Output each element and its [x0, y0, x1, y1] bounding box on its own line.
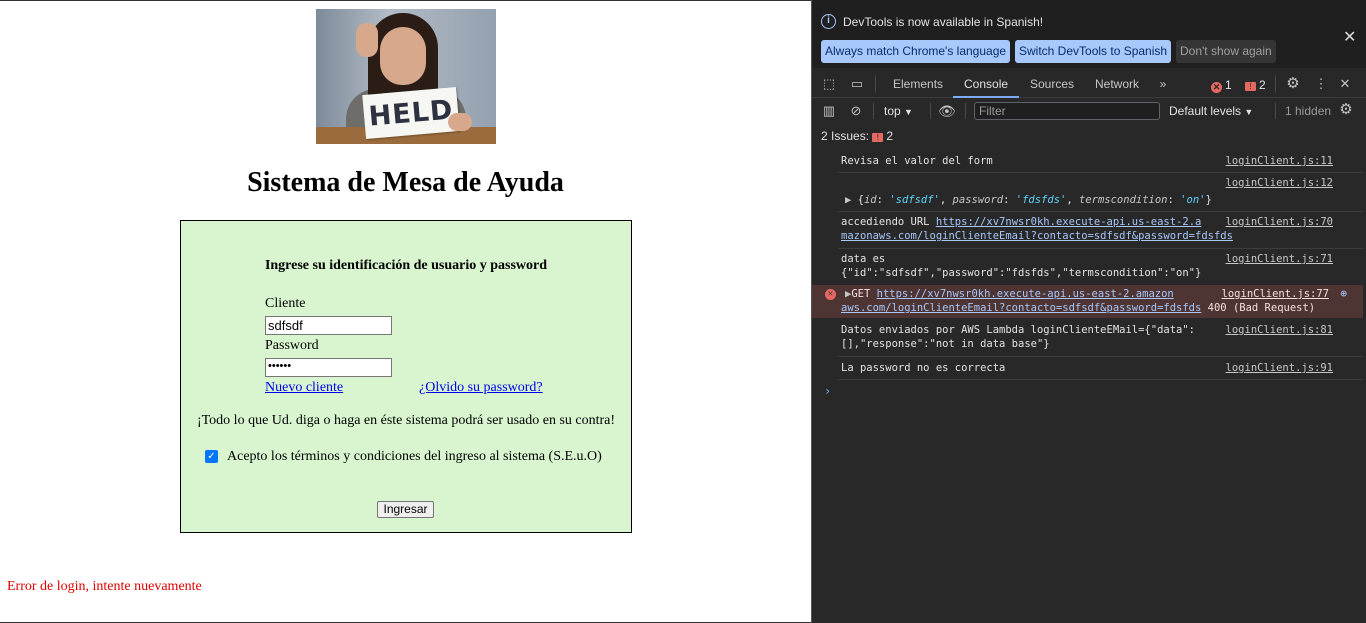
devtools-tabbar: ⬚ ▭ Elements Console Sources Network » ✕… [812, 70, 1366, 98]
console-filter-input[interactable]: Filter [974, 102, 1160, 120]
more-options-icon[interactable]: ⋮ [1313, 76, 1329, 92]
settings-gear-icon[interactable]: ⚙ [1285, 76, 1301, 92]
issues-link[interactable]: 2 Issues: ! 2 [821, 129, 893, 143]
console-row: Revisa el valor del form loginClient.js:… [841, 154, 1333, 168]
web-page: HELD Sistema de Mesa de Ayuda Ingrese su… [0, 0, 811, 623]
hero-image: HELD [316, 9, 496, 144]
infobar-text: DevTools is now available in Spanish! [843, 15, 1044, 29]
cliente-input[interactable]: sdfsdf [265, 316, 392, 335]
error-count-badge[interactable]: ✕ 1 [1211, 78, 1232, 93]
source-link[interactable]: loginClient.js:77 [1222, 287, 1329, 301]
issue-count-badge[interactable]: ! 2 [1245, 78, 1266, 92]
tab-sources[interactable]: Sources [1030, 70, 1074, 98]
source-link[interactable]: loginClient.js:91 [1226, 361, 1333, 375]
info-icon: i [821, 14, 836, 29]
close-devtools-icon[interactable]: ✕ [1337, 76, 1353, 92]
switch-to-spanish-button[interactable]: Switch DevTools to Spanish [1015, 40, 1172, 63]
accept-terms-checkbox[interactable]: ✓ [205, 450, 218, 463]
always-match-language-button[interactable]: Always match Chrome's language [821, 40, 1011, 63]
accept-terms-label: Acepto los términos y condiciones del in… [227, 449, 602, 464]
hero-sign: HELD [362, 86, 460, 140]
close-icon[interactable]: ✕ [1343, 27, 1356, 47]
request-url-link[interactable]: https://xv7nwsr0kh.execute-api.us-east-2… [936, 216, 1202, 228]
login-error-message: Error de login, intente nuevamente [7, 579, 202, 594]
inspect-element-icon[interactable]: ⬚ [821, 76, 837, 92]
source-link[interactable]: loginClient.js:11 [1226, 154, 1333, 168]
dont-show-again-button[interactable]: Don't show again [1176, 40, 1276, 63]
password-input[interactable]: •••••• [265, 358, 392, 377]
console-settings-icon[interactable]: ⚙ [1338, 102, 1354, 118]
clear-console-icon[interactable]: ⊘ [848, 103, 864, 119]
console-prompt[interactable]: › [824, 384, 831, 398]
tab-elements[interactable]: Elements [893, 70, 943, 98]
source-link[interactable]: loginClient.js:70 [1226, 215, 1333, 229]
console-row: Datos enviados por AWS Lambda loginClien… [841, 323, 1333, 350]
more-tabs-icon[interactable]: » [1155, 76, 1171, 92]
console-row: data es {"id":"sdfsdf","password":"fdsfd… [841, 252, 1333, 279]
source-link[interactable]: loginClient.js:71 [1226, 252, 1333, 266]
login-form: Ingrese su identificación de usuario y p… [180, 220, 632, 533]
nuevo-cliente-link[interactable]: Nuevo cliente [265, 380, 343, 396]
forgot-password-link[interactable]: ¿Olvido su password? [419, 380, 543, 396]
console-row: accediendo URL https://xv7nwsr0kh.execut… [841, 215, 1333, 242]
source-link[interactable]: loginClient.js:81 [1226, 323, 1333, 337]
failed-request-link[interactable]: https://xv7nwsr0kh.execute-api.us-east-2… [877, 288, 1174, 300]
cliente-label: Cliente [265, 296, 306, 311]
network-request-icon[interactable]: ⊕ [1340, 287, 1347, 300]
object-preview[interactable]: ▶ {id: 'sdfsdf', password: 'fdsfds', ter… [845, 193, 1212, 207]
live-expression-eye-icon[interactable]: 👁 [938, 103, 956, 119]
ingresar-button[interactable]: Ingresar [377, 501, 434, 518]
login-heading: Ingrese su identificación de usuario y p… [264, 258, 548, 273]
language-infobar: i DevTools is now available in Spanish! … [812, 0, 1366, 68]
sidebar-toggle-icon[interactable]: ▥ [821, 103, 837, 119]
page-title: Sistema de Mesa de Ayuda [247, 167, 564, 198]
tab-console[interactable]: Console [953, 70, 1020, 98]
password-label: Password [265, 338, 319, 353]
source-link[interactable]: loginClient.js:12 [1226, 176, 1333, 190]
console-error-row: ✕ ▶GET https://xv7nwsr0kh.execute-api.us… [812, 285, 1363, 318]
console-row: La password no es correcta loginClient.j… [841, 361, 1333, 375]
warning-text: ¡Todo lo que Ud. diga o haga en éste sis… [196, 413, 616, 428]
error-icon: ✕ [825, 289, 836, 300]
device-toolbar-icon[interactable]: ▭ [849, 76, 865, 92]
devtools-panel: i DevTools is now available in Spanish! … [811, 0, 1366, 623]
console-toolbar: ▥ ⊘ top ▼ 👁 Filter Default levels ▼ 1 hi… [812, 99, 1366, 124]
context-selector[interactable]: top ▼ [884, 104, 913, 118]
console-row: loginClient.js:12 ▶ {id: 'sdfsdf', passw… [812, 176, 1363, 211]
log-levels-dropdown[interactable]: Default levels ▼ [1169, 104, 1253, 118]
hidden-messages-count: 1 hidden [1285, 104, 1332, 118]
tab-network[interactable]: Network [1095, 70, 1139, 98]
